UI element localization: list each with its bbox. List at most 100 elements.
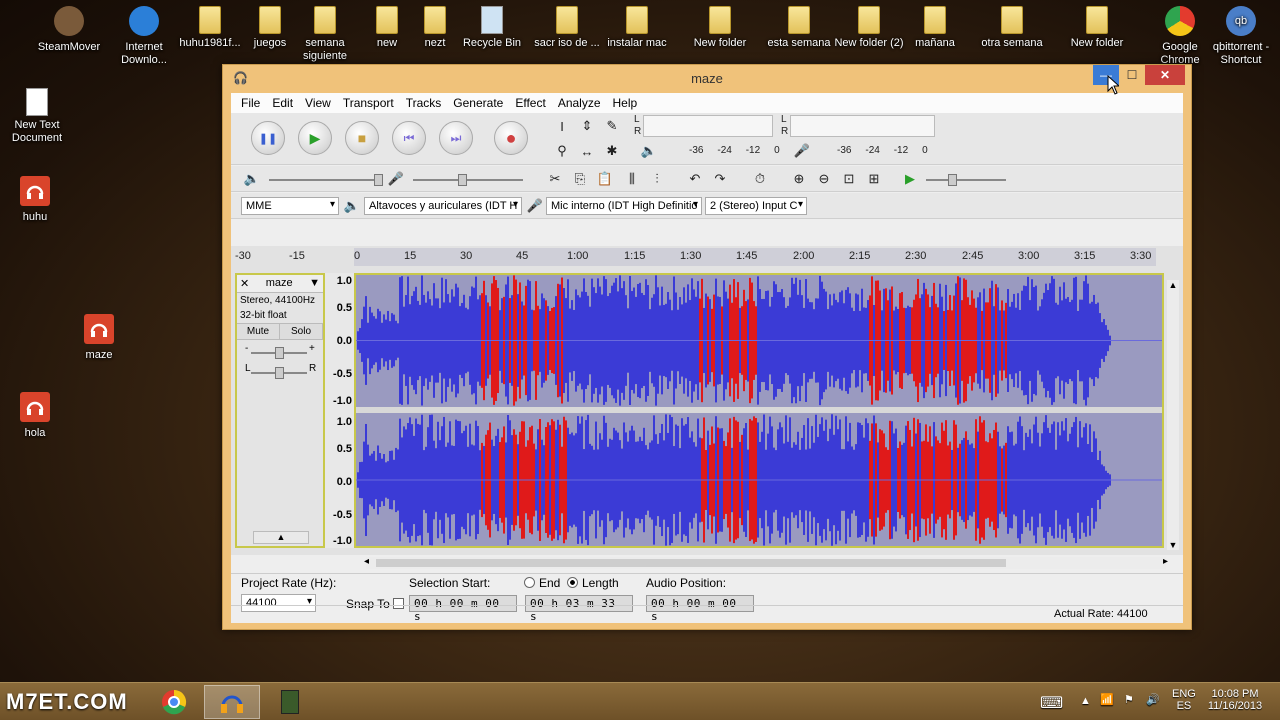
maximize-button[interactable]: ☐ [1119, 65, 1145, 85]
slider-knob[interactable] [948, 174, 957, 186]
redo-icon[interactable]: ↷ [709, 168, 731, 190]
menu-tracks[interactable]: Tracks [400, 96, 448, 110]
track-menu-arrow-icon[interactable]: ▼ [309, 277, 320, 290]
menu-view[interactable]: View [299, 96, 337, 110]
horizontal-scrollbar[interactable]: ◂ ▸ [364, 556, 1168, 569]
skip-to-start-button[interactable]: ⏮ [392, 121, 426, 155]
end-radio[interactable] [524, 577, 535, 588]
menu-help[interactable]: Help [607, 96, 644, 110]
scroll-down-icon[interactable]: ▼ [1167, 540, 1179, 550]
scroll-right-icon[interactable]: ▸ [1163, 556, 1168, 567]
mute-button[interactable]: Mute [237, 324, 280, 339]
skip-to-end-button[interactable]: ⏭ [439, 121, 473, 155]
sync-lock-icon[interactable]: ⏱ [749, 168, 771, 190]
desktop-icon[interactable]: New folder [1060, 6, 1134, 50]
silence-icon[interactable]: ⫶ [646, 168, 668, 190]
copy-icon[interactable]: ⎘ [569, 168, 591, 190]
scroll-up-icon[interactable]: ▲ [1167, 280, 1179, 290]
waveform-display[interactable] [354, 273, 1164, 548]
microphone-icon[interactable]: 🎤 [791, 140, 813, 162]
cut-icon[interactable]: ✂ [544, 168, 566, 190]
taskbar-audacity[interactable] [204, 685, 260, 719]
playback-volume-slider[interactable] [269, 174, 383, 186]
recording-volume-slider[interactable] [413, 174, 523, 186]
play-at-speed-icon[interactable]: ▶ [899, 168, 921, 190]
stop-button[interactable]: ■ [345, 121, 379, 155]
menu-effect[interactable]: Effect [509, 96, 551, 110]
trim-icon[interactable]: ⫼ [621, 168, 643, 190]
track-name-menu[interactable]: ✕ maze ▼ [237, 275, 323, 293]
scroll-left-icon[interactable]: ◂ [364, 556, 369, 567]
desktop-icon[interactable]: Recycle Bin [455, 6, 529, 50]
playback-device-select[interactable]: Altavoces y auriculares (IDT H [364, 197, 522, 215]
close-button[interactable]: ✕ [1145, 65, 1185, 85]
envelope-tool-icon[interactable]: ⇕ [576, 115, 598, 137]
title-bar[interactable]: 🎧 maze — ☐ ✕ [223, 65, 1191, 93]
desktop-icon[interactable]: qb qbittorrent - Shortcut [1204, 6, 1278, 67]
desktop-icon-maze[interactable]: maze [62, 314, 136, 362]
scrollbar-thumb[interactable] [376, 559, 1006, 567]
clock[interactable]: 10:08 PM 11/16/2013 [1205, 688, 1265, 712]
play-speed-slider[interactable] [926, 174, 1006, 186]
menu-transport[interactable]: Transport [337, 96, 400, 110]
gain-slider[interactable] [251, 347, 307, 359]
fit-project-icon[interactable]: ⊞ [863, 168, 885, 190]
zoom-in-icon[interactable]: ⊕ [788, 168, 810, 190]
menu-generate[interactable]: Generate [447, 96, 509, 110]
track-close-icon[interactable]: ✕ [240, 277, 249, 290]
zoom-tool-icon[interactable]: ⚲ [551, 140, 573, 162]
selection-tool-icon[interactable]: I [551, 115, 573, 137]
track-control-panel[interactable]: ✕ maze ▼ Stereo, 44100Hz 32-bit float Mu… [235, 273, 325, 548]
desktop-icon[interactable]: esta semana [762, 6, 836, 50]
solo-button[interactable]: Solo [280, 324, 323, 339]
audio-host-select[interactable]: MME [241, 197, 339, 215]
recording-meter[interactable] [790, 115, 935, 137]
taskbar-app[interactable] [262, 685, 318, 719]
paste-icon[interactable]: 📋 [594, 168, 616, 190]
keyboard-icon[interactable]: ⌨ [1040, 693, 1063, 713]
desktop-icon[interactable]: sacr iso de ... [530, 6, 604, 50]
slider-knob[interactable] [275, 347, 284, 359]
fit-selection-icon[interactable]: ⊡ [838, 168, 860, 190]
collapse-track-icon[interactable]: ▲ [253, 531, 309, 544]
desktop-icon-hola[interactable]: hola [0, 392, 72, 440]
pause-button[interactable]: ❚❚ [251, 121, 285, 155]
track-name[interactable]: maze [266, 277, 293, 290]
desktop-icon[interactable]: Internet Downlo... [107, 6, 181, 67]
vertical-scrollbar[interactable]: ▲ ▼ [1167, 280, 1179, 550]
pan-slider[interactable] [251, 367, 307, 379]
taskbar-chrome[interactable] [146, 685, 202, 719]
flag-icon[interactable]: ⚑ [1124, 693, 1134, 706]
menu-file[interactable]: File [235, 96, 266, 110]
desktop-icon[interactable]: otra semana [975, 6, 1049, 50]
desktop-icon-new-text-document[interactable]: New Text Document [0, 88, 74, 145]
desktop-icon[interactable]: instalar mac [600, 6, 674, 50]
volume-icon[interactable]: 🔊 [1146, 693, 1160, 706]
desktop-icon-huhu[interactable]: huhu [0, 176, 72, 224]
playback-meter[interactable] [643, 115, 773, 137]
slider-knob[interactable] [374, 174, 383, 186]
speaker-icon[interactable]: 🔈 [638, 140, 660, 162]
slider-knob[interactable] [458, 174, 467, 186]
play-button[interactable]: ▶ [298, 121, 332, 155]
network-icon[interactable]: 📶 [1100, 693, 1114, 706]
timeline-ruler[interactable]: -30 -15 0 15 30 45 1:00 1:15 1:30 1:45 2:00 2:15 2:3… [231, 246, 1183, 268]
desktop-icon[interactable]: SteamMover [32, 6, 106, 54]
menu-edit[interactable]: Edit [266, 96, 299, 110]
recording-channels-select[interactable]: 2 (Stereo) Input C [705, 197, 807, 215]
desktop-icon[interactable]: mañana [898, 6, 972, 50]
draw-tool-icon[interactable]: ✎ [601, 115, 623, 137]
zoom-out-icon[interactable]: ⊖ [813, 168, 835, 190]
menu-analyze[interactable]: Analyze [552, 96, 607, 110]
language-indicator[interactable]: ENG ES [1172, 688, 1196, 712]
desktop-icon[interactable]: New folder (2) [832, 6, 906, 50]
slider-knob[interactable] [275, 367, 284, 379]
tray-expand-icon[interactable]: ▲ [1080, 695, 1091, 707]
multi-tool-icon[interactable]: ✱ [601, 140, 623, 162]
timeshift-tool-icon[interactable]: ↔ [576, 140, 598, 162]
record-button[interactable]: ● [494, 121, 528, 155]
length-radio[interactable] [567, 577, 578, 588]
undo-icon[interactable]: ↶ [684, 168, 706, 190]
desktop-icon[interactable]: New folder [683, 6, 757, 50]
recording-device-select[interactable]: Mic interno (IDT High Definitio [546, 197, 702, 215]
